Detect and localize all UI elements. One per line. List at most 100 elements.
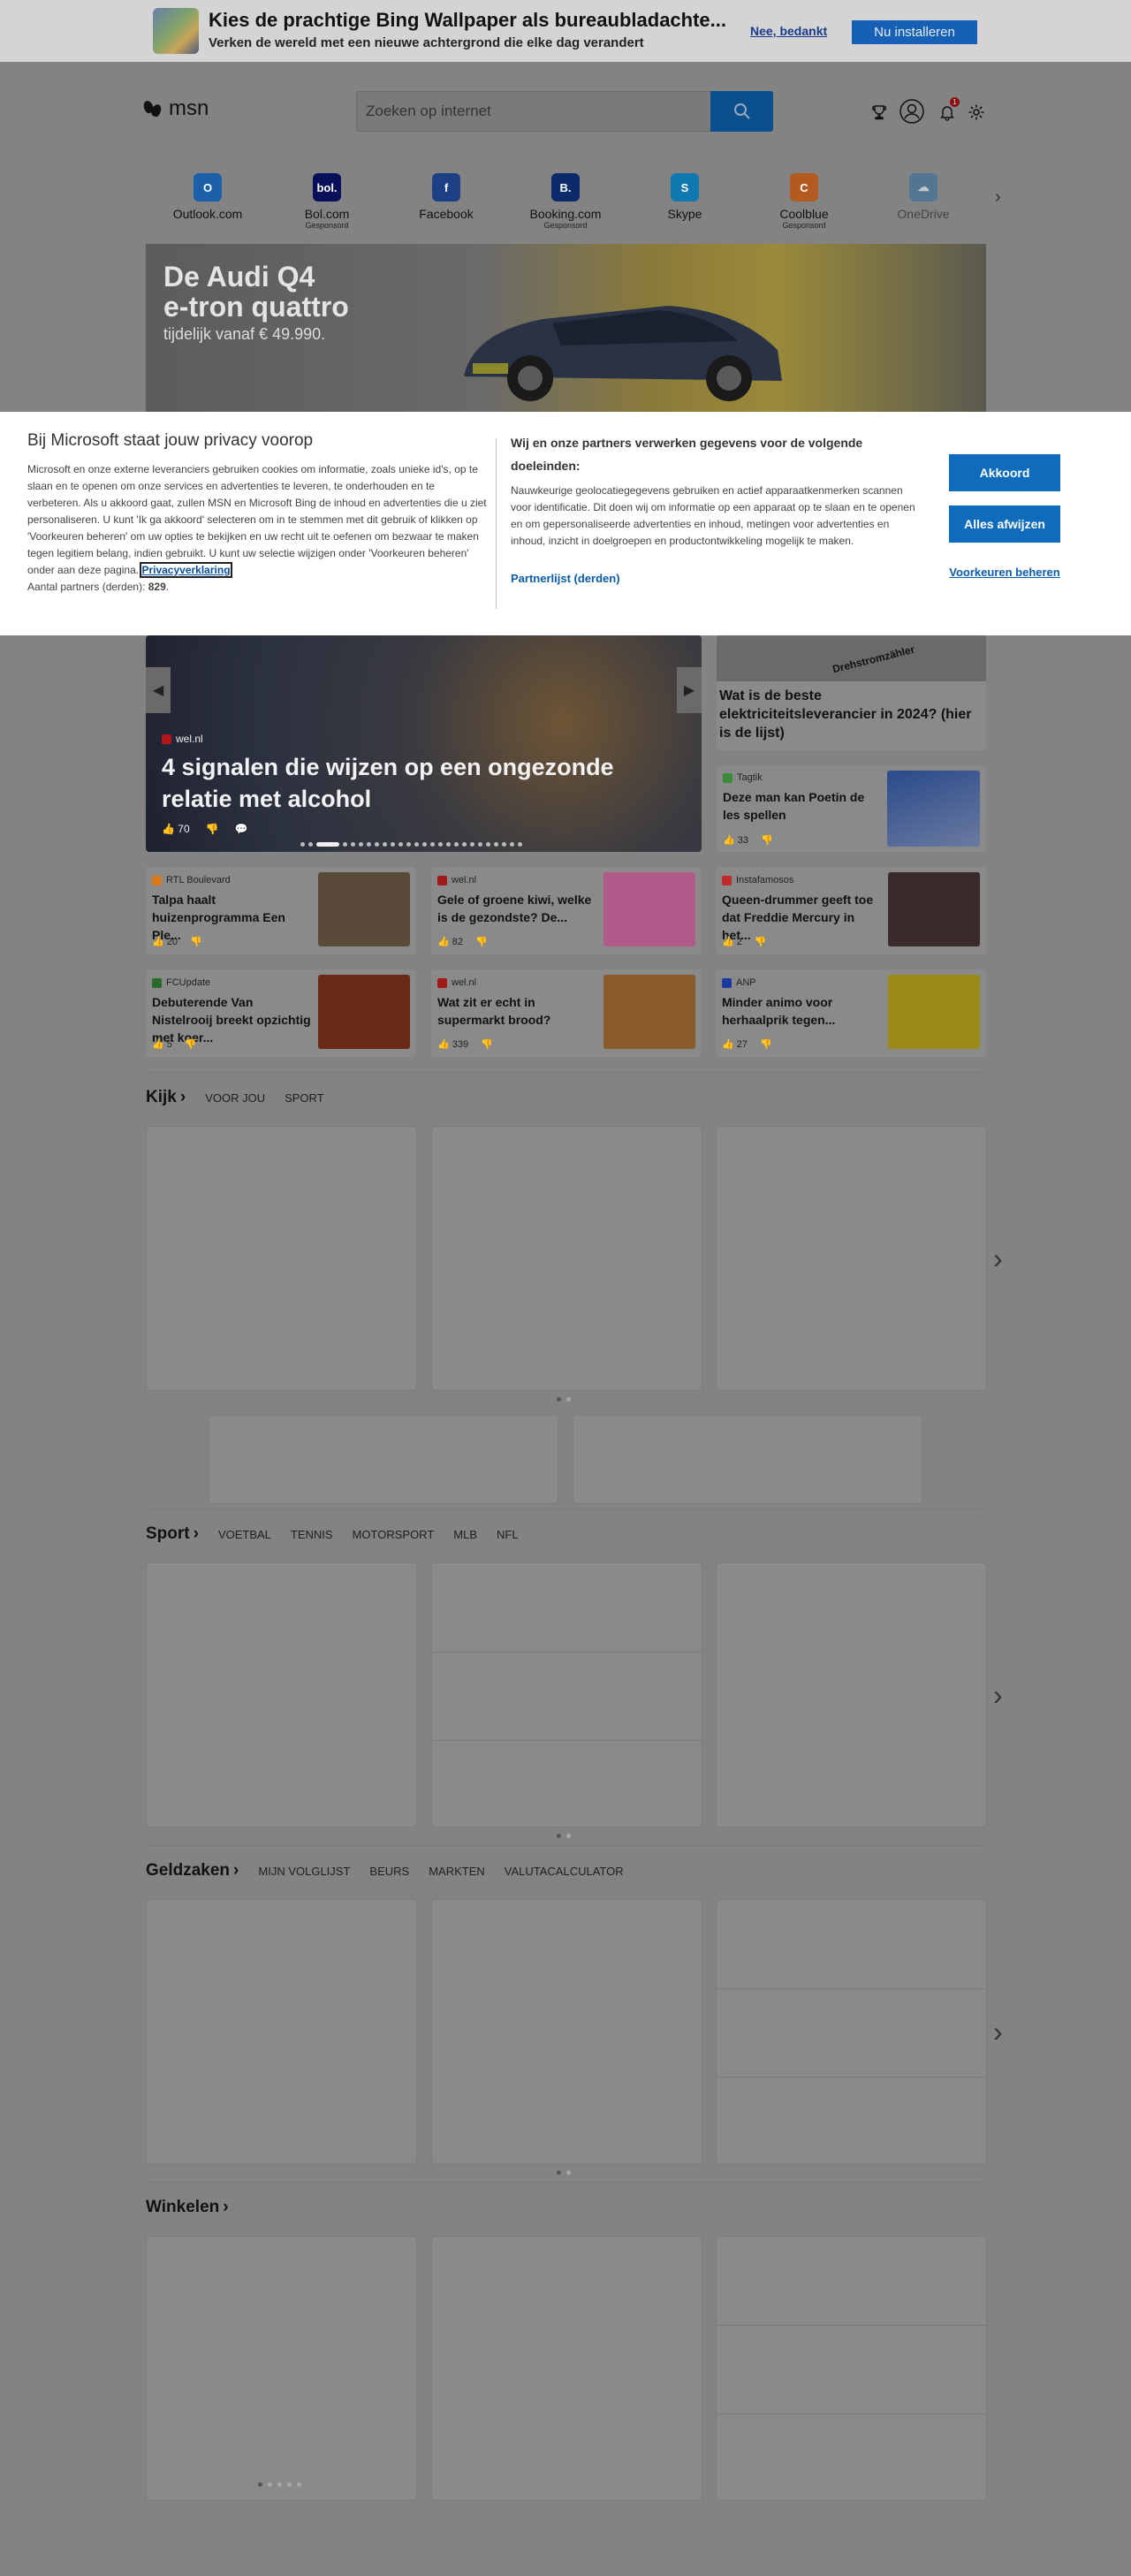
- quicklink-item[interactable]: S Skype: [636, 173, 733, 235]
- section-title[interactable]: Winkelen ›: [146, 2198, 229, 2217]
- quicklinks-next-icon[interactable]: ›: [995, 187, 1001, 208]
- carousel-dot[interactable]: [375, 842, 379, 847]
- page-dot[interactable]: [557, 1397, 561, 1402]
- section-tab[interactable]: VALUTACALCULATOR: [505, 1865, 624, 1878]
- quicklink-item[interactable]: f Facebook: [398, 173, 495, 235]
- content-panel[interactable]: [716, 1126, 987, 1391]
- page-dot[interactable]: [277, 2482, 282, 2487]
- content-panel[interactable]: [146, 1899, 417, 2164]
- page-dot[interactable]: [287, 2482, 292, 2487]
- partner-list-link[interactable]: Partnerlijst (derden): [511, 572, 620, 585]
- msn-logo[interactable]: msn: [141, 96, 209, 121]
- page-dot[interactable]: [258, 2482, 262, 2487]
- content-panel[interactable]: [716, 2236, 987, 2501]
- content-panel[interactable]: [431, 1899, 702, 2164]
- section-tab[interactable]: VOOR JOU: [205, 1091, 265, 1105]
- carousel-dot[interactable]: [399, 842, 403, 847]
- quicklink-item[interactable]: O Outlook.com: [159, 173, 256, 235]
- quicklink-item[interactable]: B. Booking.com Gesponsord: [517, 173, 614, 235]
- carousel-dot[interactable]: [422, 842, 427, 847]
- section-tab[interactable]: TENNIS: [291, 1528, 333, 1541]
- dislike-icon[interactable]: 👎: [206, 823, 219, 835]
- content-panel[interactable]: [431, 1562, 702, 1828]
- carousel-dot[interactable]: [308, 842, 313, 847]
- carousel-next-icon[interactable]: ›: [993, 1241, 1014, 1276]
- like-icon[interactable]: 👍 5: [152, 1038, 172, 1050]
- carousel-next-icon[interactable]: ›: [993, 1677, 1014, 1713]
- decline-link[interactable]: Nee, bedankt: [750, 24, 827, 38]
- content-panel[interactable]: [716, 1562, 987, 1828]
- ad-slot[interactable]: [209, 1415, 558, 1504]
- carousel-dot[interactable]: [406, 842, 411, 847]
- page-dot[interactable]: [297, 2482, 301, 2487]
- content-panel[interactable]: [146, 1126, 417, 1391]
- like-icon[interactable]: 👍 70: [162, 823, 190, 835]
- carousel-dot[interactable]: [367, 842, 371, 847]
- dislike-icon[interactable]: 👎: [760, 1038, 772, 1050]
- news-card[interactable]: Tagtik Deze man kan Poetin de les spelle…: [717, 765, 986, 852]
- like-icon[interactable]: 👍 339: [437, 1038, 468, 1050]
- news-card[interactable]: RTL Boulevard Talpa haalt huizenprogramm…: [146, 867, 416, 954]
- page-dot[interactable]: [566, 1834, 571, 1838]
- carousel-next-icon[interactable]: ›: [993, 2014, 1014, 2049]
- dislike-icon[interactable]: 👎: [185, 1038, 197, 1050]
- section-tab[interactable]: MARKTEN: [429, 1865, 485, 1878]
- like-icon[interactable]: 👍 82: [437, 936, 463, 947]
- carousel-dot[interactable]: [510, 842, 514, 847]
- section-tab[interactable]: MOTORSPORT: [353, 1528, 435, 1541]
- quicklink-item[interactable]: ☁ OneDrive: [875, 173, 972, 235]
- side-news-card[interactable]: Drehstromzähler Wat is de beste elektric…: [717, 635, 986, 750]
- dislike-icon[interactable]: 👎: [475, 936, 488, 947]
- carousel-dot[interactable]: [478, 842, 482, 847]
- dislike-icon[interactable]: 👎: [190, 936, 202, 947]
- carousel-dot[interactable]: [300, 842, 305, 847]
- quicklink-item[interactable]: bol. Bol.com Gesponsord: [278, 173, 376, 235]
- like-icon[interactable]: 👍 33: [723, 834, 748, 846]
- news-card[interactable]: wel.nl Gele of groene kiwi, welke is de …: [431, 867, 702, 954]
- content-panel[interactable]: [431, 1126, 702, 1391]
- reject-all-button[interactable]: Alles afwijzen: [949, 505, 1060, 543]
- carousel-dot[interactable]: [359, 842, 363, 847]
- carousel-dot[interactable]: [430, 842, 435, 847]
- carousel-dot[interactable]: [383, 842, 387, 847]
- dislike-icon[interactable]: 👎: [761, 834, 773, 846]
- page-dot[interactable]: [268, 2482, 272, 2487]
- section-tab[interactable]: NFL: [497, 1528, 519, 1541]
- like-icon[interactable]: 👍 2: [722, 936, 742, 947]
- carousel-dot[interactable]: [462, 842, 467, 847]
- news-card[interactable]: Instafamosos Queen-drummer geeft toe dat…: [716, 867, 986, 954]
- account-icon[interactable]: [897, 96, 927, 126]
- content-panel[interactable]: [431, 2236, 702, 2501]
- news-card[interactable]: FCUpdate Debuterende Van Nistelrooij bre…: [146, 969, 416, 1057]
- search-input[interactable]: [366, 92, 710, 131]
- hero-carousel[interactable]: wel.nl 4 signalen die wijzen op een onge…: [146, 635, 702, 852]
- trophy-icon[interactable]: [866, 99, 892, 125]
- page-dot[interactable]: [557, 1834, 561, 1838]
- section-tab[interactable]: BEURS: [369, 1865, 409, 1878]
- section-title[interactable]: Sport ›: [146, 1524, 199, 1544]
- page-dot[interactable]: [566, 2170, 571, 2175]
- comment-icon[interactable]: 💬: [235, 823, 248, 835]
- audi-advertisement[interactable]: De Audi Q4 e-tron quattro tijdelijk vanaf…: [146, 244, 986, 414]
- news-card[interactable]: wel.nl Wat zit er echt in supermarkt bro…: [431, 969, 702, 1057]
- carousel-dot[interactable]: [502, 842, 506, 847]
- dislike-icon[interactable]: 👎: [755, 936, 767, 947]
- carousel-dot[interactable]: [494, 842, 498, 847]
- carousel-dot[interactable]: [446, 842, 451, 847]
- section-title[interactable]: Geldzaken ›: [146, 1861, 239, 1881]
- carousel-dot[interactable]: [470, 842, 474, 847]
- news-card[interactable]: ANP Minder animo voor herhaalprik tegen.…: [716, 969, 986, 1057]
- section-tab[interactable]: VOETBAL: [218, 1528, 271, 1541]
- carousel-prev-icon[interactable]: ◀: [146, 667, 171, 713]
- privacy-statement-link[interactable]: Privacyverklaring: [140, 562, 232, 578]
- manage-preferences-link[interactable]: Voorkeuren beheren: [949, 566, 1060, 579]
- section-tab[interactable]: SPORT: [285, 1091, 324, 1105]
- content-panel[interactable]: [146, 1562, 417, 1828]
- carousel-dot[interactable]: [316, 842, 339, 847]
- carousel-dot[interactable]: [486, 842, 490, 847]
- content-panel[interactable]: [716, 1899, 987, 2164]
- carousel-dot[interactable]: [391, 842, 395, 847]
- page-dot[interactable]: [557, 2170, 561, 2175]
- quicklink-item[interactable]: C Coolblue Gesponsord: [755, 173, 853, 235]
- carousel-dot[interactable]: [414, 842, 419, 847]
